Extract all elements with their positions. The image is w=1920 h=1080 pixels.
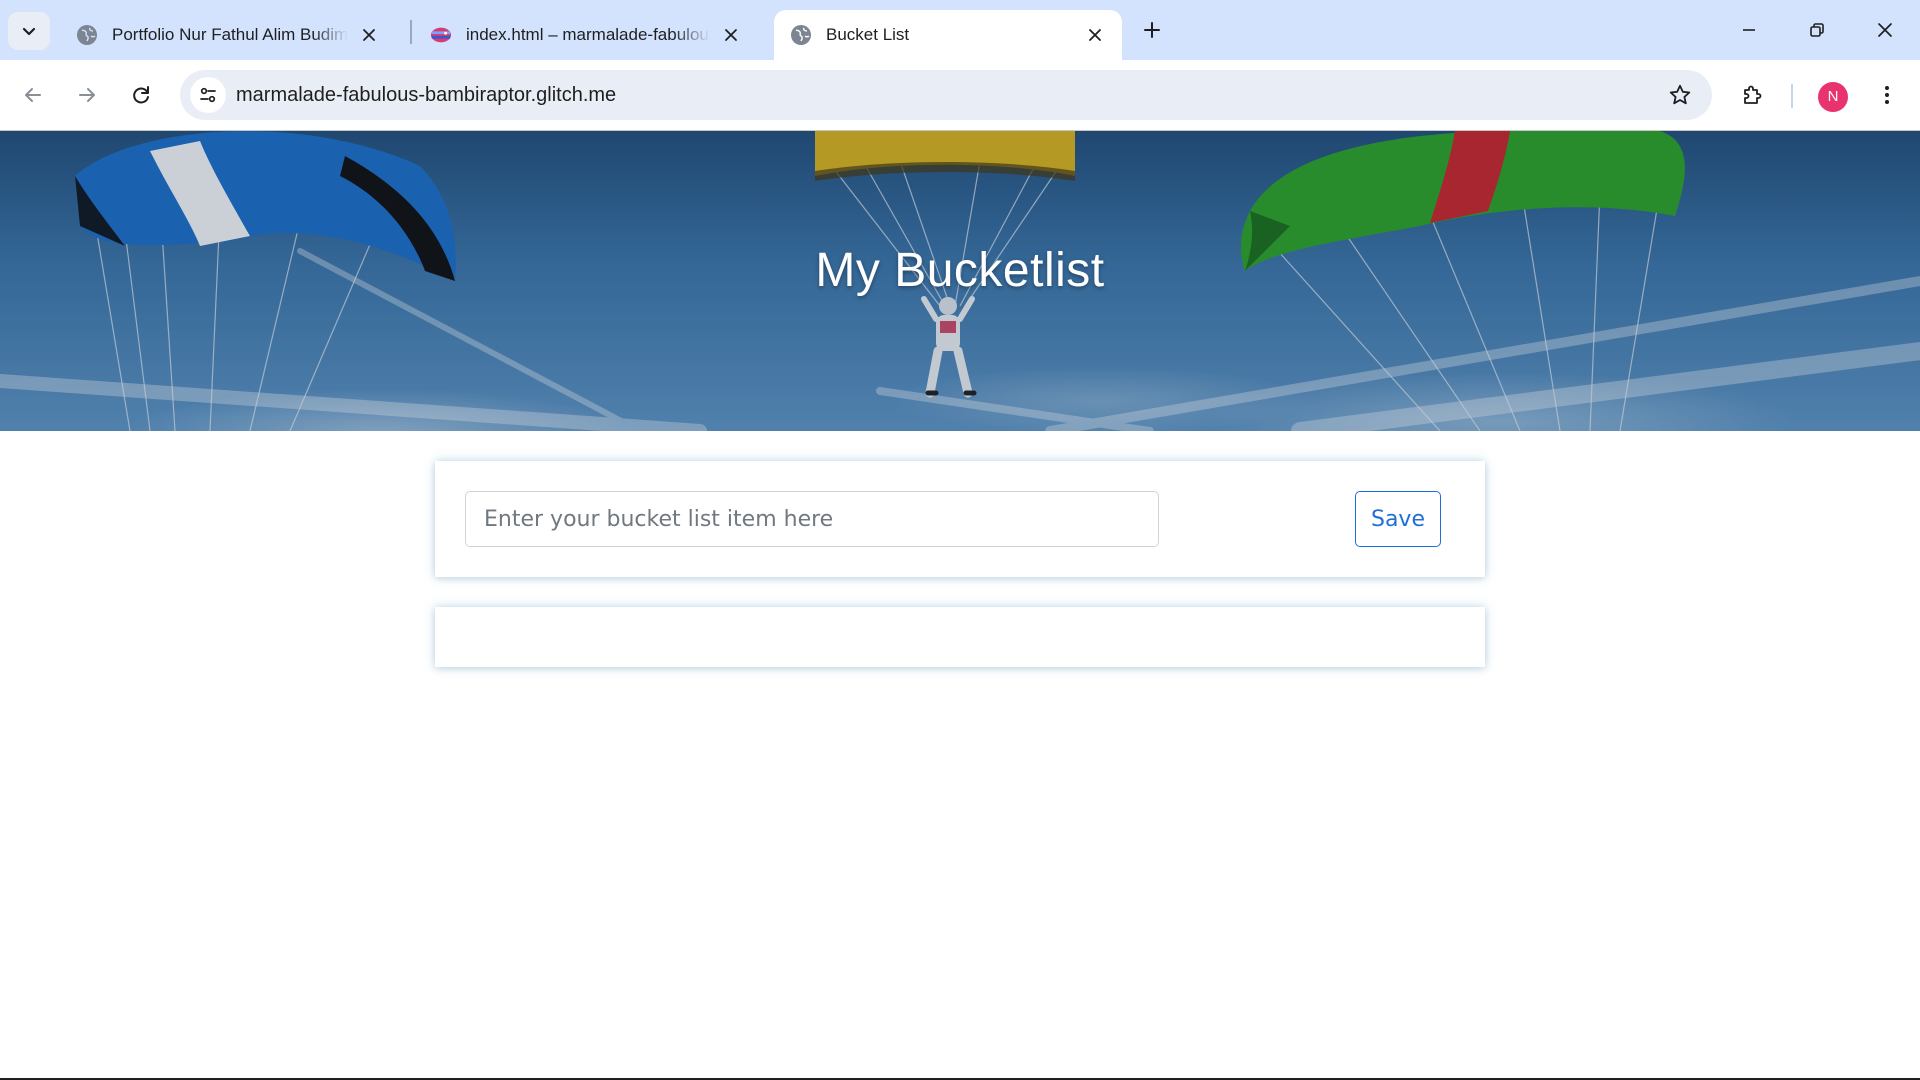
bucket-item-input[interactable] [465, 491, 1159, 547]
bookmark-button[interactable] [1662, 77, 1698, 113]
restore-icon [1810, 23, 1824, 37]
address-bar[interactable]: marmalade-fabulous-bambiraptor.glitch.me [180, 70, 1712, 120]
add-item-card: Save [435, 461, 1485, 577]
tab-title: Portfolio Nur Fathul Alim Budiman [112, 25, 348, 44]
tab-glitch-editor[interactable]: index.html – marmalade-fabulous-bambirap… [414, 10, 758, 60]
arrow-right-icon [79, 88, 95, 102]
tab-title: index.html – marmalade-fabulous-bambirap… [466, 25, 710, 44]
restore-button[interactable] [1794, 8, 1840, 52]
tab-separator [410, 20, 412, 44]
globe-icon [791, 25, 811, 45]
tab-bucket-list[interactable]: Bucket List [774, 10, 1122, 60]
profile-avatar[interactable]: N [1818, 82, 1848, 112]
tune-icon [200, 87, 216, 103]
page-title: My Bucketlist [815, 244, 1105, 297]
tab-strip: Portfolio Nur Fathul Alim Budiman index.… [0, 0, 1920, 60]
reload-icon [133, 86, 149, 104]
minimize-button[interactable] [1726, 8, 1772, 52]
new-tab-button[interactable] [1134, 12, 1170, 48]
url-text[interactable]: marmalade-fabulous-bambiraptor.glitch.me [236, 70, 616, 120]
hero-banner: My Bucketlist [0, 131, 1920, 431]
arrow-left-icon [25, 88, 41, 102]
tab-search-button[interactable] [8, 12, 50, 50]
browser-toolbar: marmalade-fabulous-bambiraptor.glitch.me… [0, 60, 1920, 131]
forward-button[interactable] [68, 76, 106, 114]
globe-icon [77, 25, 97, 45]
tab-title: Bucket List [826, 25, 910, 44]
menu-button[interactable] [1868, 76, 1906, 114]
puzzle-icon [1744, 85, 1762, 104]
close-tab-icon[interactable] [718, 22, 744, 48]
chevron-down-icon [22, 27, 36, 36]
plus-icon [1144, 22, 1160, 38]
site-info-button[interactable] [190, 77, 226, 113]
save-button[interactable]: Save [1355, 491, 1441, 547]
minimize-icon [1743, 29, 1755, 31]
star-icon [1669, 84, 1691, 105]
glitch-fish-icon [430, 27, 452, 43]
tab-portfolio[interactable]: Portfolio Nur Fathul Alim Budiman [60, 10, 396, 60]
close-window-button[interactable] [1862, 8, 1908, 52]
close-icon [1878, 23, 1892, 37]
extensions-button[interactable] [1734, 76, 1772, 114]
close-tab-icon[interactable] [1082, 22, 1108, 48]
reload-button[interactable] [122, 76, 160, 114]
close-tab-icon[interactable] [356, 22, 382, 48]
toolbar-divider [1791, 84, 1793, 108]
bucket-list-card [435, 607, 1485, 667]
back-button[interactable] [14, 76, 52, 114]
more-vertical-icon [1885, 86, 1889, 104]
